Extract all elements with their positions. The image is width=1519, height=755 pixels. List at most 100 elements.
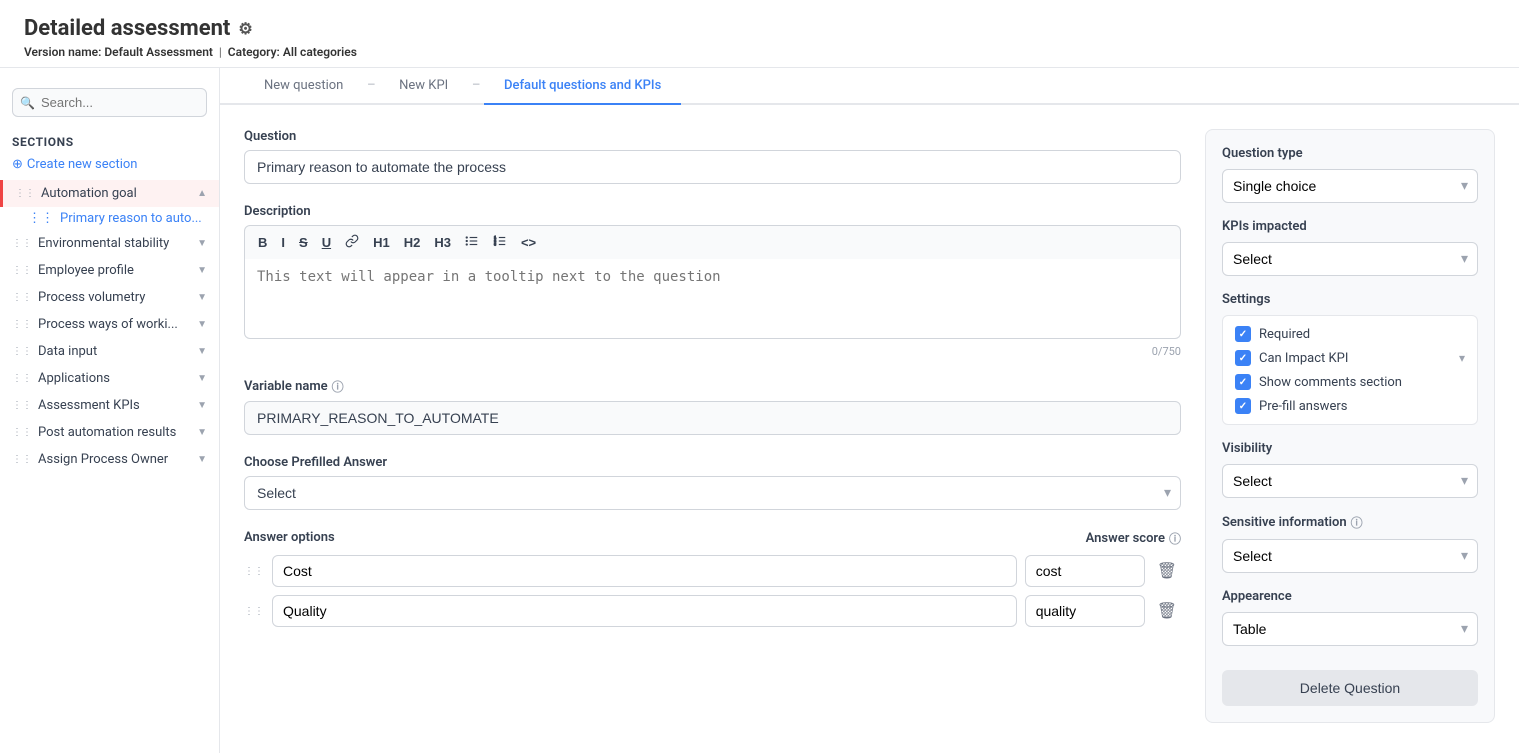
answer-text-input[interactable] bbox=[272, 555, 1017, 587]
drag-handle-icon: ⋮⋮ bbox=[28, 211, 54, 226]
settings-icon[interactable]: ⚙ bbox=[238, 19, 252, 38]
check-icon: ✓ bbox=[1239, 329, 1247, 340]
prefilled-answer-group: Choose Prefilled Answer Select ▾ bbox=[244, 455, 1181, 510]
drag-handle-icon: ⋮⋮ bbox=[12, 265, 32, 276]
category-label: Category: bbox=[228, 45, 280, 59]
answer-score-input[interactable] bbox=[1025, 595, 1145, 627]
question-group: Question bbox=[244, 129, 1181, 184]
sidebar-sub-item-label: Primary reason to auto... bbox=[60, 211, 202, 226]
category-name: All categories bbox=[283, 45, 357, 59]
chevron-down-icon: ▼ bbox=[197, 238, 207, 249]
sidebar-item-assign-process-owner[interactable]: ⋮⋮ Assign Process Owner ▼ bbox=[0, 446, 219, 473]
sidebar: 🔍 Sections ⊕ Create new section ⋮⋮ Autom… bbox=[0, 68, 220, 753]
numbered-list-button[interactable]: 123 bbox=[488, 232, 512, 253]
visibility-section: Visibility Select ▾ bbox=[1222, 441, 1478, 498]
drag-handle-icon: ⋮⋮ bbox=[12, 427, 32, 438]
delete-question-button[interactable]: Delete Question bbox=[1222, 670, 1478, 706]
h2-button[interactable]: H2 bbox=[399, 232, 426, 253]
answer-text-input[interactable] bbox=[272, 595, 1017, 627]
tab-default-questions[interactable]: Default questions and KPIs bbox=[484, 68, 681, 105]
settings-required-row: ✓ Required bbox=[1235, 326, 1465, 342]
kpis-label: KPIs impacted bbox=[1222, 219, 1478, 234]
answer-options-col-label: Answer options bbox=[244, 530, 335, 547]
sensitive-info-section: Sensitive information ⓘ Select ▾ bbox=[1222, 514, 1478, 573]
sensitive-info-select[interactable]: Select bbox=[1222, 539, 1478, 573]
sidebar-item-environmental-stability[interactable]: ⋮⋮ Environmental stability ▼ bbox=[0, 230, 219, 257]
plus-icon: ⊕ bbox=[12, 157, 23, 172]
sidebar-item-data-input[interactable]: ⋮⋮ Data input ▼ bbox=[0, 338, 219, 365]
tab-new-question[interactable]: New question bbox=[244, 68, 363, 105]
appearance-label: Appearence bbox=[1222, 589, 1478, 604]
answer-row: ⋮⋮ 🗑 bbox=[244, 595, 1181, 627]
sidebar-item-applications[interactable]: ⋮⋮ Applications ▼ bbox=[0, 365, 219, 392]
variable-name-input[interactable] bbox=[244, 401, 1181, 435]
check-icon: ✓ bbox=[1239, 401, 1247, 412]
form-left: Question Description B I S U H1 bbox=[244, 129, 1181, 729]
score-info-icon: ⓘ bbox=[1169, 530, 1181, 547]
tab-new-kpi[interactable]: New KPI bbox=[379, 68, 468, 105]
question-label: Question bbox=[244, 129, 1181, 144]
code-button[interactable]: <> bbox=[516, 232, 541, 253]
sidebar-sub-item-primary-reason[interactable]: ⋮⋮ Primary reason to auto... bbox=[0, 207, 219, 230]
question-type-select[interactable]: Single choice Multiple choice Text Numbe… bbox=[1222, 169, 1478, 203]
required-label: Required bbox=[1259, 327, 1310, 342]
chevron-down-icon: ▼ bbox=[197, 427, 207, 438]
tab-connector-1: — bbox=[363, 68, 379, 103]
can-impact-kpi-checkbox[interactable]: ✓ bbox=[1235, 350, 1251, 366]
pre-fill-checkbox[interactable]: ✓ bbox=[1235, 398, 1251, 414]
sidebar-item-label: Process ways of worki... bbox=[38, 317, 191, 332]
char-count: 0/750 bbox=[244, 345, 1181, 358]
version-label: Version name: bbox=[24, 45, 101, 59]
pre-fill-label: Pre-fill answers bbox=[1259, 399, 1347, 414]
appearance-select[interactable]: Table List Grid bbox=[1222, 612, 1478, 646]
show-comments-label: Show comments section bbox=[1259, 375, 1402, 390]
tab-connector-2: — bbox=[468, 68, 484, 103]
chevron-down-icon: ▼ bbox=[197, 400, 207, 411]
question-input[interactable] bbox=[244, 150, 1181, 184]
sidebar-item-assessment-kpis[interactable]: ⋮⋮ Assessment KPIs ▼ bbox=[0, 392, 219, 419]
bold-button[interactable]: B bbox=[253, 232, 272, 253]
sidebar-item-automation-goal[interactable]: ⋮⋮ Automation goal ▲ bbox=[0, 180, 219, 207]
visibility-select[interactable]: Select bbox=[1222, 464, 1478, 498]
drag-handle-icon: ⋮⋮ bbox=[12, 400, 32, 411]
sidebar-item-label: Assessment KPIs bbox=[38, 398, 191, 413]
link-button[interactable] bbox=[340, 232, 364, 253]
sidebar-item-label: Automation goal bbox=[41, 186, 191, 201]
strikethrough-button[interactable]: S bbox=[294, 232, 313, 253]
tabs-bar: New question — New KPI — Default questio… bbox=[220, 68, 1519, 105]
tab-new-kpi-label: New KPI bbox=[399, 78, 448, 93]
bullet-list-button[interactable] bbox=[460, 232, 484, 253]
show-comments-checkbox[interactable]: ✓ bbox=[1235, 374, 1251, 390]
underline-button[interactable]: U bbox=[317, 232, 336, 253]
check-icon: ✓ bbox=[1239, 353, 1247, 364]
italic-button[interactable]: I bbox=[276, 232, 290, 253]
description-textarea[interactable] bbox=[244, 259, 1181, 339]
sidebar-item-label: Environmental stability bbox=[38, 236, 191, 251]
delete-answer-button[interactable]: 🗑 bbox=[1153, 597, 1181, 625]
prefilled-answer-select[interactable]: Select bbox=[244, 476, 1181, 510]
delete-answer-button[interactable]: 🗑 bbox=[1153, 557, 1181, 585]
drag-handle-icon: ⋮⋮ bbox=[12, 292, 32, 303]
create-new-section[interactable]: ⊕ Create new section bbox=[0, 153, 219, 180]
search-icon: 🔍 bbox=[20, 96, 35, 110]
answer-row: ⋮⋮ 🗑 bbox=[244, 555, 1181, 587]
tab-default-questions-label: Default questions and KPIs bbox=[504, 78, 661, 93]
sidebar-item-post-automation[interactable]: ⋮⋮ Post automation results ▼ bbox=[0, 419, 219, 446]
settings-expand-icon[interactable]: ▾ bbox=[1459, 351, 1465, 365]
sidebar-item-label: Post automation results bbox=[38, 425, 191, 440]
sidebar-item-employee-profile[interactable]: ⋮⋮ Employee profile ▼ bbox=[0, 257, 219, 284]
kpis-section: KPIs impacted Select ▾ bbox=[1222, 219, 1478, 276]
kpis-select[interactable]: Select bbox=[1222, 242, 1478, 276]
chevron-down-icon: ▼ bbox=[197, 292, 207, 303]
answer-score-input[interactable] bbox=[1025, 555, 1145, 587]
chevron-down-icon: ▼ bbox=[197, 454, 207, 465]
sidebar-item-label: Employee profile bbox=[38, 263, 191, 278]
sidebar-item-process-volumetry[interactable]: ⋮⋮ Process volumetry ▼ bbox=[0, 284, 219, 311]
h1-button[interactable]: H1 bbox=[368, 232, 395, 253]
drag-handle-icon: ⋮⋮ bbox=[12, 454, 32, 465]
required-checkbox[interactable]: ✓ bbox=[1235, 326, 1251, 342]
page-title: Detailed assessment bbox=[24, 16, 230, 41]
sidebar-item-process-ways[interactable]: ⋮⋮ Process ways of worki... ▼ bbox=[0, 311, 219, 338]
h3-button[interactable]: H3 bbox=[429, 232, 456, 253]
search-input[interactable] bbox=[12, 88, 207, 117]
